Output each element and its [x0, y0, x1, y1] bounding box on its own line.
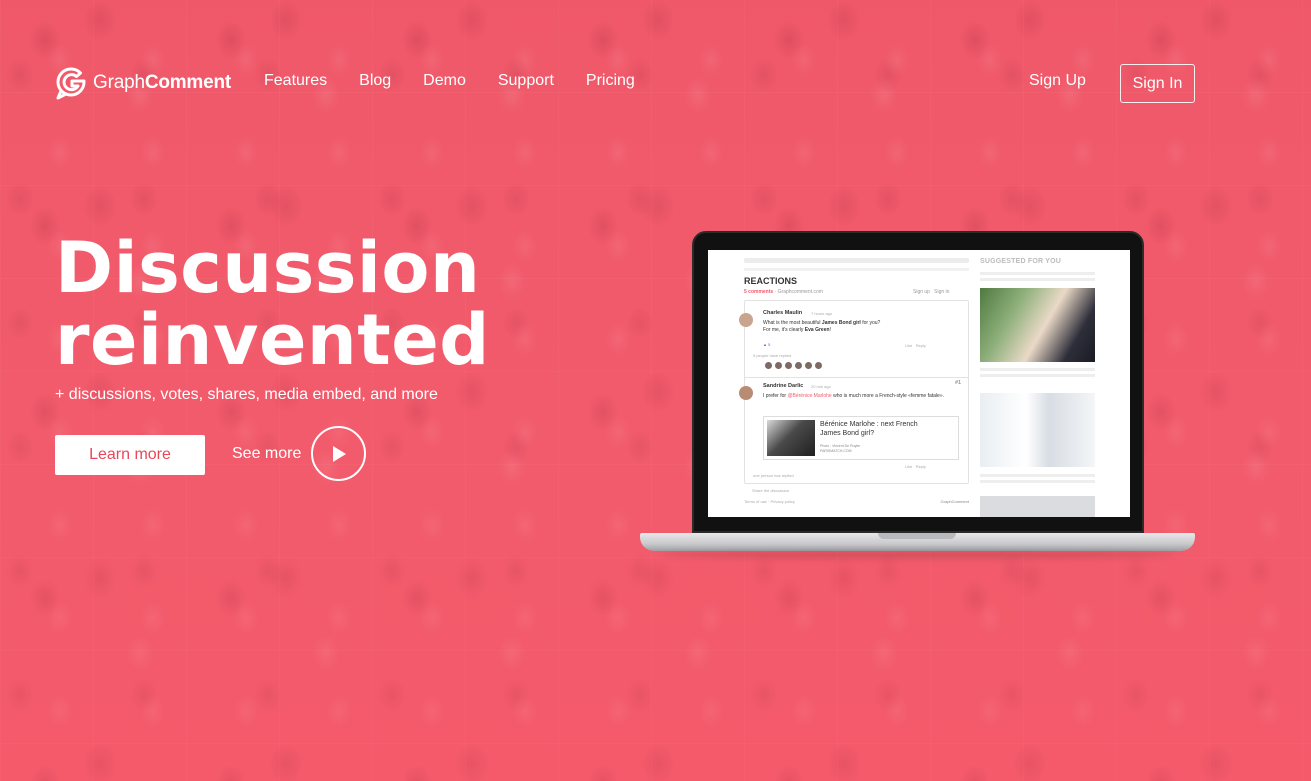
embed-source: Photo : Vincent De Ruyter PARISMATCH.COM: [820, 444, 860, 454]
mini-avatar: [775, 362, 782, 369]
mini-avatar: [795, 362, 802, 369]
hero-title-line-1: Discussion: [55, 227, 481, 309]
embed-domain: PARISMATCH.COM: [820, 449, 852, 453]
embed-image: [767, 420, 815, 456]
comment-number: #1: [955, 380, 962, 386]
site-header: GraphComment Features Blog Demo Support …: [0, 0, 1311, 160]
share-discussion: Share the discussion: [752, 488, 790, 493]
comment-widget-preview: REACTIONS 5 comments · Graphcomment.com …: [708, 250, 970, 517]
play-icon: [332, 445, 346, 462]
comment-count: 5 comments: [744, 289, 774, 295]
comment-text: I prefer for @Bérénice Marlohe who is mu…: [763, 393, 953, 400]
comment-actions: Like Reply: [905, 464, 926, 469]
brand-logo[interactable]: GraphComment: [55, 66, 231, 100]
hero-title-line-2: reinvented: [55, 299, 490, 381]
comment-card: Sandrine Darlic 20 min ago #1 I prefer f…: [739, 377, 969, 484]
nav-blog[interactable]: Blog: [359, 72, 391, 90]
widget-sign-up: Sign up: [913, 289, 930, 295]
see-more-label: See more: [232, 444, 302, 462]
widget-auth-links: Sign up Sign in: [913, 289, 949, 295]
comment-text-part: who is much more a French-style «femme f…: [831, 393, 944, 399]
graphcomment-logo-icon: [56, 67, 86, 100]
avatar: [739, 386, 753, 400]
comment-text-part: for you?: [860, 320, 881, 326]
sign-in-button[interactable]: Sign In: [1120, 64, 1195, 103]
mini-avatar: [805, 362, 812, 369]
comment-card: Charles Maulin 7 hours ago What is the m…: [739, 300, 969, 380]
placeholder-bar: [980, 474, 1095, 477]
learn-more-button[interactable]: Learn more: [55, 435, 205, 475]
comment-text: What is the most beautiful James Bond gi…: [763, 320, 953, 334]
site-name: Graphcomment.com: [777, 289, 823, 295]
nav-pricing[interactable]: Pricing: [586, 72, 635, 90]
brand-wordmark-bold: Comment: [144, 72, 232, 93]
reply-action: Reply: [915, 464, 926, 469]
media-embed: Bérénice Marlohe : next French James Bon…: [763, 416, 959, 460]
laptop-mockup: REACTIONS 5 comments · Graphcomment.com …: [640, 231, 1195, 561]
comment-text-part: I prefer for: [763, 393, 788, 399]
comment-mention: @Bérénice Marlohe: [787, 393, 832, 399]
like-action: Like: [905, 343, 913, 348]
sign-up-link[interactable]: Sign Up: [1029, 72, 1086, 90]
widget-footer-brand: GraphComment: [940, 499, 969, 504]
placeholder-bar: [980, 368, 1095, 371]
laptop-screen: REACTIONS 5 comments · Graphcomment.com …: [708, 250, 1130, 517]
placeholder-bar: [980, 272, 1095, 275]
laptop-notch: [878, 533, 956, 539]
comment-time: 7 hours ago: [811, 311, 833, 316]
suggested-title: SUGGESTED FOR YOU: [980, 258, 1062, 265]
vote-count-value: 5: [768, 342, 771, 347]
replies-summary: one person has replied: [753, 473, 794, 478]
see-more-video[interactable]: See more: [232, 426, 367, 481]
nav-features[interactable]: Features: [264, 72, 327, 90]
suggested-image: [980, 496, 1095, 517]
embed-title: Bérénice Marlohe : next French James Bon…: [820, 421, 918, 437]
placeholder-bar: [744, 268, 969, 271]
nav-support[interactable]: Support: [498, 72, 554, 90]
reply-avatars: [765, 362, 822, 369]
like-action: Like: [905, 464, 913, 469]
brand-wordmark-light: Graph: [93, 72, 145, 93]
comment-text-part: !: [829, 327, 831, 333]
nav-demo[interactable]: Demo: [423, 72, 466, 90]
mini-avatar: [785, 362, 792, 369]
placeholder-bar: [980, 480, 1095, 483]
embed-credit: Photo : Vincent De Ruyter: [820, 444, 861, 448]
comment-time: 20 min ago: [811, 384, 831, 389]
replies-summary: 5 people have replied: [753, 353, 792, 358]
comment-meta: 5 comments · Graphcomment.com: [744, 289, 823, 295]
laptop-shadow: [660, 551, 1175, 559]
brand-wordmark: GraphComment: [93, 72, 231, 94]
comment-text-bold: James Bond girl: [821, 320, 861, 326]
comment-author: Sandrine Darlic: [763, 383, 804, 389]
hero-subtitle: + discussions, votes, shares, media embe…: [55, 386, 438, 403]
placeholder-bar: [980, 374, 1095, 377]
play-button[interactable]: [311, 426, 367, 481]
avatar: [739, 313, 753, 327]
comment-author: Charles Maulin: [763, 310, 803, 316]
reply-action: Reply: [915, 343, 926, 348]
placeholder-bar: [980, 278, 1095, 281]
comment-text-part: For me, it's clearly: [763, 327, 805, 333]
suggested-sidebar: SUGGESTED FOR YOU: [970, 250, 1130, 517]
comment-text-part: What is the most beautiful: [763, 320, 822, 326]
mini-avatar: [815, 362, 822, 369]
comment-text-bold: Eva Green: [804, 327, 830, 333]
hero-title: Discussion reinvented: [55, 232, 615, 376]
widget-footer-links: Terms of use · Privacy policy: [744, 499, 795, 504]
mini-avatar: [765, 362, 772, 369]
reactions-heading: REACTIONS: [744, 276, 798, 286]
placeholder-bar: [744, 258, 969, 263]
laptop-lid: REACTIONS 5 comments · Graphcomment.com …: [692, 231, 1144, 533]
widget-sign-in: Sign in: [934, 289, 950, 295]
comment-actions: Like Reply: [905, 343, 926, 348]
vote-count: ▲ 5: [763, 342, 771, 347]
suggested-image: [980, 288, 1095, 362]
suggested-image: [980, 393, 1095, 467]
widget-footer: Terms of use · Privacy policy GraphComme…: [744, 499, 969, 504]
main-nav: Features Blog Demo Support Pricing: [264, 72, 667, 90]
